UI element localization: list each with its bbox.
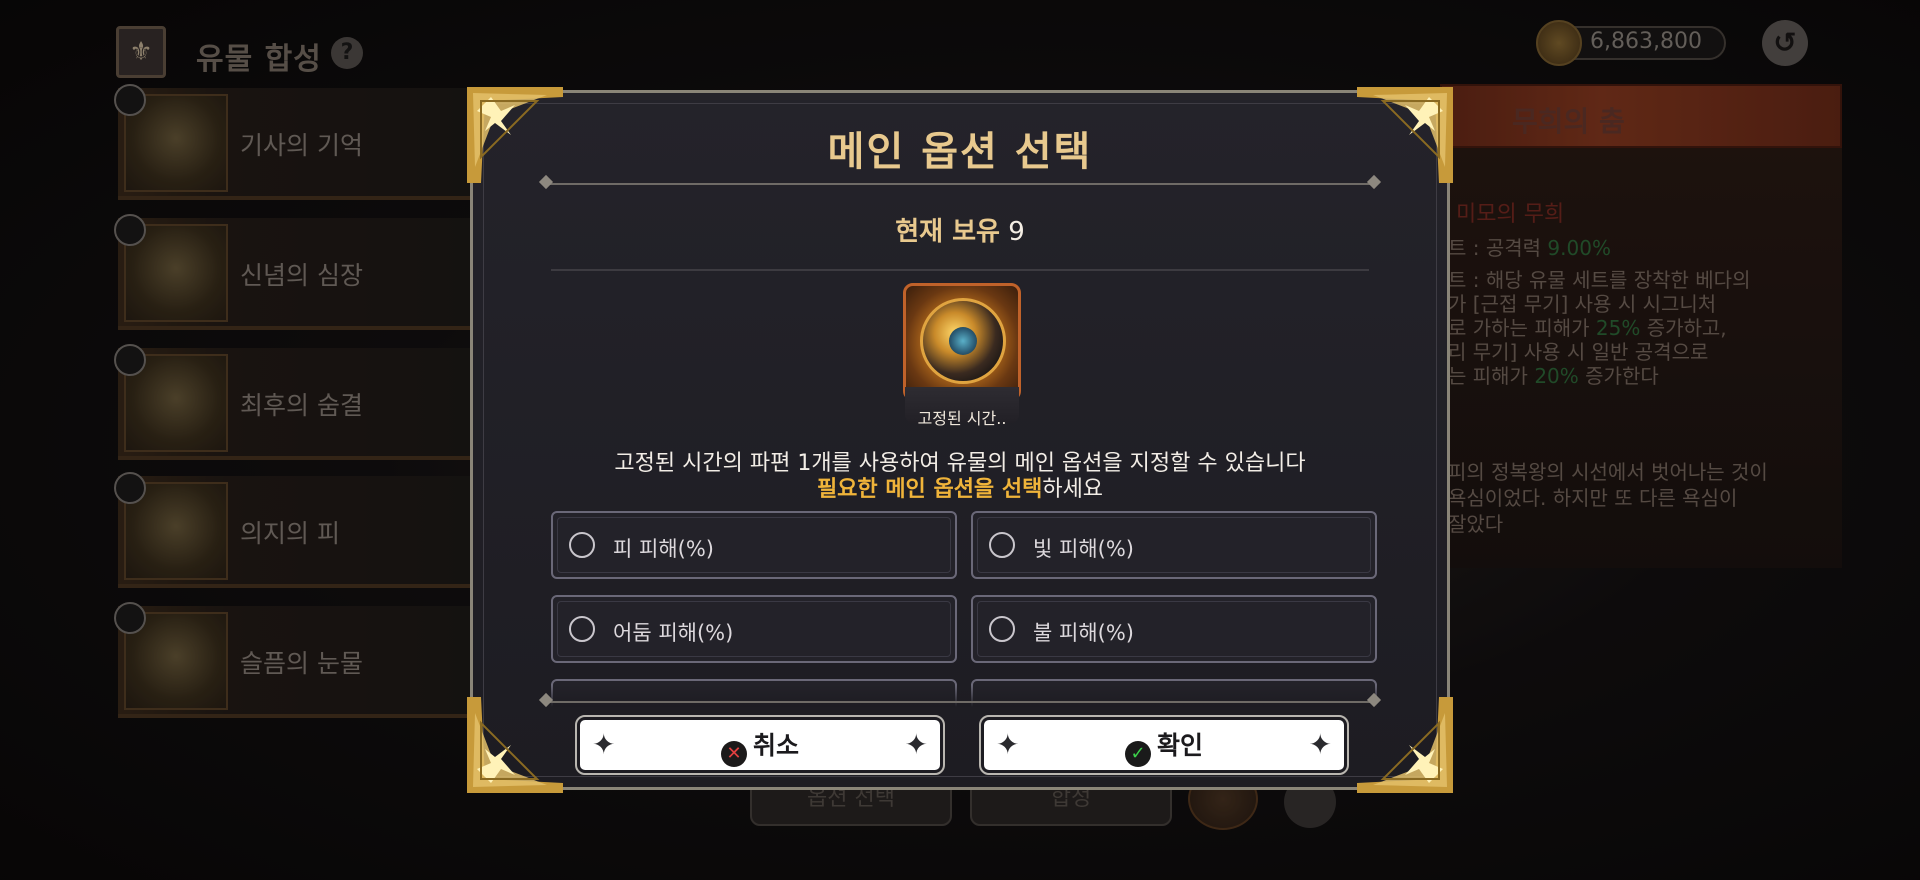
ornament-corner-icon [467, 697, 563, 793]
orb-core [949, 327, 977, 355]
divider [545, 701, 1375, 703]
instruction-highlight: 필요한 메인 옵션을 선택 [816, 477, 1043, 502]
instruction-suffix: 하세요 [1042, 477, 1104, 502]
radio-button[interactable] [989, 616, 1015, 642]
radio-button[interactable] [569, 532, 595, 558]
main-option-select-dialog: 메인 옵션 선택 현재 보유 9 고정된 시간.. 고정된 시간의 파편 1개를… [467, 87, 1453, 793]
holding-label: 현재 보유 [895, 217, 1000, 247]
holding-count-row: 현재 보유 9 [473, 211, 1447, 248]
option-blood-damage[interactable]: 피 피해(%) [551, 511, 957, 579]
ornament-corner-icon [1357, 697, 1453, 793]
x-circle-icon: ✕ [720, 741, 747, 767]
radio-button[interactable] [569, 616, 595, 642]
check-circle-icon: ✓ [1124, 741, 1151, 767]
option-list[interactable]: 피 피해(%) 빛 피해(%) 어둠 피해(%) 불 피해(%) [551, 511, 1377, 707]
cancel-button[interactable]: ✦ ✕ 취소 ✦ [575, 715, 945, 775]
sparkle-icon: ✦ [1308, 728, 1332, 761]
divider [545, 183, 1375, 185]
option-light-damage[interactable]: 빛 피해(%) [971, 511, 1377, 579]
option-fire-damage[interactable]: 불 피해(%) [971, 595, 1377, 663]
option-label: 어둠 피해(%) [613, 621, 734, 645]
instruction-text: 필요한 메인 옵션을 선택하세요 [473, 471, 1447, 503]
option-label: 불 피해(%) [1033, 621, 1134, 645]
confirm-button[interactable]: ✦ ✓ 확인 ✦ [979, 715, 1349, 775]
sparkle-icon: ✦ [904, 728, 928, 761]
scroll-fade [551, 685, 1377, 707]
option-dark-damage[interactable]: 어둠 피해(%) [551, 595, 957, 663]
option-label: 피 피해(%) [613, 537, 714, 561]
time-fragment-orb-icon [920, 298, 1006, 384]
divider [551, 269, 1369, 271]
confirm-label: 확인 [1156, 731, 1203, 760]
material-item-icon[interactable] [903, 283, 1021, 401]
option-label: 빛 피해(%) [1033, 537, 1134, 561]
radio-button[interactable] [989, 532, 1015, 558]
holding-count: 9 [1008, 217, 1025, 247]
dialog-title: 메인 옵션 선택 [827, 129, 1093, 175]
cancel-label: 취소 [752, 731, 799, 760]
item-name: 고정된 시간.. [917, 409, 1007, 428]
